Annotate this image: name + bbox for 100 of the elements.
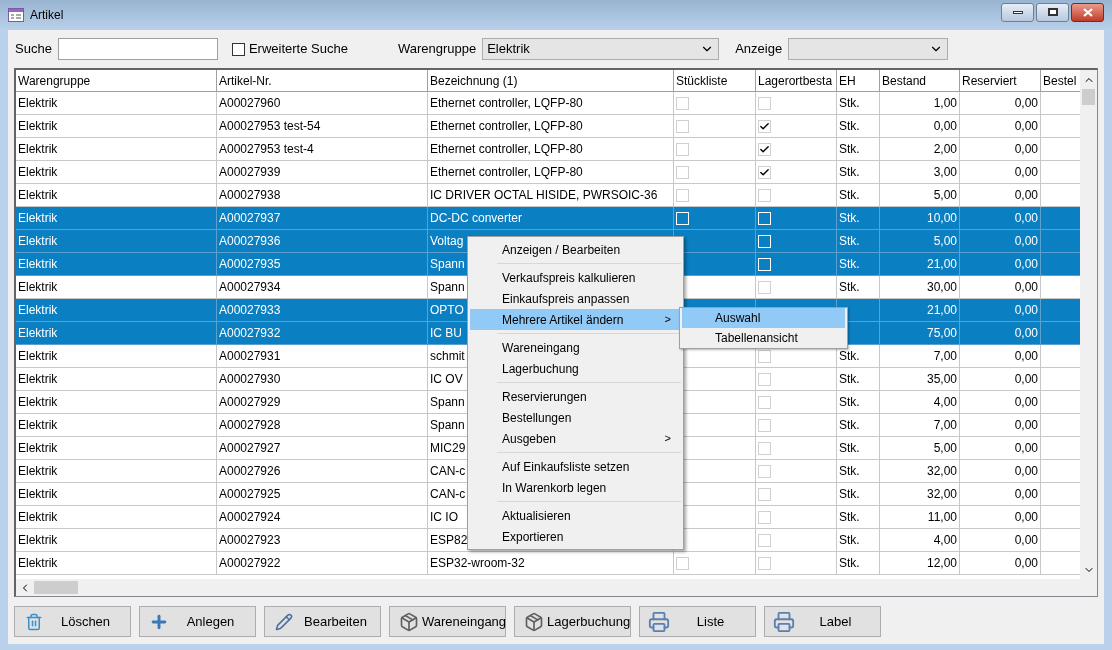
cell-text: Spann	[430, 394, 465, 411]
cell-text: 4,00	[933, 532, 957, 549]
cell-text: A00027928	[219, 417, 281, 434]
cell-text: IC BU	[430, 325, 462, 342]
cell-text: 0,00	[1014, 141, 1038, 158]
cell-text: 1,00	[933, 95, 957, 112]
cell-text: Stk.	[839, 141, 860, 158]
cell-text: CAN-c	[430, 486, 466, 503]
cell-text: 0,00	[933, 118, 957, 135]
cell-text: Stk.	[839, 164, 860, 181]
cell-text: 0,00	[1014, 371, 1038, 388]
cell-text: Spann	[430, 256, 465, 273]
cell-text: Elektrik	[18, 279, 58, 296]
cell-text: IC OV	[430, 371, 463, 388]
cell-text: Elektrik	[18, 118, 58, 135]
cell-text: 0,00	[1014, 233, 1038, 250]
view-label: Anzeige	[735, 40, 783, 59]
cell-text: Elektrik	[18, 141, 58, 158]
cell-text: A00027934	[219, 279, 281, 296]
cell-text: Stk.	[839, 394, 860, 411]
cell-text: Elektrik	[18, 233, 58, 250]
cell-text: MIC29	[430, 440, 466, 457]
cell-text: A00027925	[219, 486, 281, 503]
cell-text: 0,00	[1014, 164, 1038, 181]
cell-text: Stk.	[839, 210, 860, 227]
cell-text: 21,00	[926, 256, 957, 273]
cell-text: 4,00	[933, 394, 957, 411]
cell-text: 0,00	[1014, 509, 1038, 526]
cell-text: Stk.	[839, 417, 860, 434]
cell-text: 21,00	[926, 302, 957, 319]
cell-text: A00027927	[219, 440, 281, 457]
extended-search-label: Erweiterte Suche	[248, 40, 348, 59]
cell-text: 0,00	[1014, 302, 1038, 319]
cell-text: 0,00	[1014, 417, 1038, 434]
cell-text: Stk.	[839, 532, 860, 549]
cell-text: 0,00	[1014, 95, 1038, 112]
cell-text: 32,00	[926, 486, 957, 503]
cell-text: A00027960	[219, 95, 281, 112]
cell-text: 0,00	[1014, 279, 1038, 296]
cell-text: Ethernet controller, LQFP-80	[430, 164, 583, 181]
cell-text: Stk.	[839, 256, 860, 273]
cell-text: A00027929	[219, 394, 281, 411]
cell-text: 0,00	[1014, 210, 1038, 227]
cell-text: Stk.	[839, 187, 860, 204]
cell-text: Stk.	[839, 486, 860, 503]
cell-text: Elektrik	[18, 417, 58, 434]
cell-text: IC DRIVER OCTAL HISIDE, PWRSOIC-36	[430, 187, 658, 204]
cell-text: CAN-c	[430, 463, 466, 480]
cell-text: A00027932	[219, 325, 281, 342]
cell-text: 7,00	[933, 417, 957, 434]
cell-text: Elektrik	[18, 532, 58, 549]
search-label: Suche	[15, 40, 52, 59]
cell-text: Stk.	[839, 509, 860, 526]
cell-text: schmit	[430, 348, 465, 365]
cell-text: 0,00	[1014, 486, 1038, 503]
cell-text: ESP82	[430, 532, 468, 549]
cell-text: Stk.	[839, 118, 860, 135]
cell-text: 11,00	[927, 509, 957, 526]
cell-text: 32,00	[926, 463, 957, 480]
cell-text: Elektrik	[18, 463, 58, 480]
cell-text: 5,00	[933, 440, 957, 457]
cell-text: Elektrik	[18, 555, 58, 572]
cell-text: 0,00	[1014, 325, 1038, 342]
cell-text: Elektrik	[18, 371, 58, 388]
cell-text: Ethernet controller, LQFP-80	[430, 95, 583, 112]
cell-text: Elektrik	[18, 187, 58, 204]
cell-text: IC IO	[430, 509, 458, 526]
cell-text: 0,00	[1014, 256, 1038, 273]
cell-text: 7,00	[933, 348, 957, 365]
submenu-arrow: >	[664, 431, 671, 447]
cell-text: A00027936	[219, 233, 281, 250]
cell-text: 0,00	[1014, 118, 1038, 135]
cell-text: 0,00	[1014, 463, 1038, 480]
cell-text: A00027935	[219, 256, 281, 273]
cell-text: A00027937	[219, 210, 281, 227]
cell-text: 0,00	[1014, 532, 1038, 549]
cell-text: 75,00	[926, 325, 957, 342]
cell-text: Stk.	[839, 440, 860, 457]
cell-text: Ethernet controller, LQFP-80	[430, 118, 583, 135]
cell-text: A00027924	[219, 509, 281, 526]
cell-text: Elektrik	[18, 256, 58, 273]
window-title: Artikel	[30, 7, 64, 24]
cell-text: Elektrik	[18, 95, 58, 112]
cell-text: Elektrik	[18, 440, 58, 457]
cell-text: A00027953 test-4	[219, 141, 314, 158]
cell-text: A00027939	[219, 164, 281, 181]
cell-text: 35,00	[926, 371, 957, 388]
cell-text: A00027926	[219, 463, 281, 480]
cell-text: ESP32-wroom-32	[430, 555, 525, 572]
cell-text: Voltag	[430, 233, 464, 250]
cell-text: 5,00	[933, 187, 957, 204]
cell-text: Elektrik	[18, 302, 58, 319]
cell-text: 5,00	[933, 233, 957, 250]
cell-text: Spann	[430, 279, 465, 296]
cell-text: A00027933	[219, 302, 281, 319]
cell-text: Ethernet controller, LQFP-80	[430, 141, 583, 158]
cell-text: 0,00	[1014, 348, 1038, 365]
cell-text: OPTO	[430, 302, 464, 319]
cell-text: A00027931	[219, 348, 281, 365]
cell-text: 3,00	[933, 164, 957, 181]
